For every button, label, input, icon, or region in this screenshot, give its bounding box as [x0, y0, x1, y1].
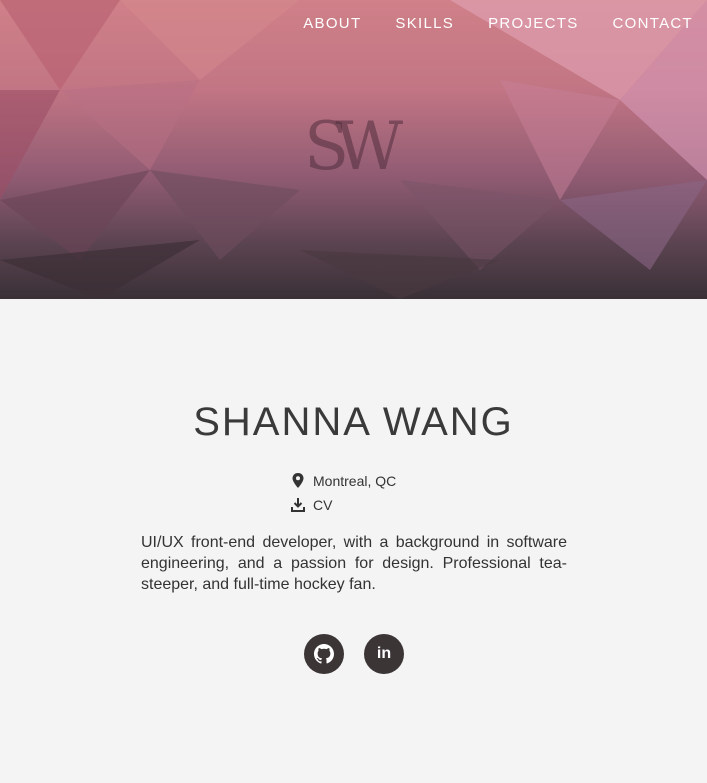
- linkedin-button[interactable]: in: [364, 634, 404, 674]
- page-title: SHANNA WANG: [193, 400, 514, 444]
- cv-link[interactable]: CV: [291, 497, 332, 513]
- cv-text[interactable]: CV: [313, 497, 332, 513]
- map-pin-icon: [292, 473, 304, 488]
- github-button[interactable]: [304, 634, 344, 674]
- location-text: Montreal, QC: [313, 473, 397, 489]
- github-icon: [314, 644, 334, 664]
- nav-projects[interactable]: PROJECTS: [488, 15, 578, 32]
- bio: UI/UX front-end developer, with a backgr…: [141, 534, 567, 593]
- download-icon: [291, 498, 305, 512]
- nav-contact[interactable]: CONTACT: [613, 15, 693, 32]
- logo: SW: [304, 108, 403, 185]
- linkedin-icon: in: [376, 645, 392, 662]
- hero-banner: ABOUT SKILLS PROJECTS CONTACT SW: [0, 0, 707, 299]
- nav-skills[interactable]: SKILLS: [395, 15, 454, 32]
- nav-about[interactable]: ABOUT: [303, 15, 361, 32]
- main-nav: ABOUT SKILLS PROJECTS CONTACT: [303, 15, 693, 32]
- location: Montreal, QC: [291, 473, 396, 489]
